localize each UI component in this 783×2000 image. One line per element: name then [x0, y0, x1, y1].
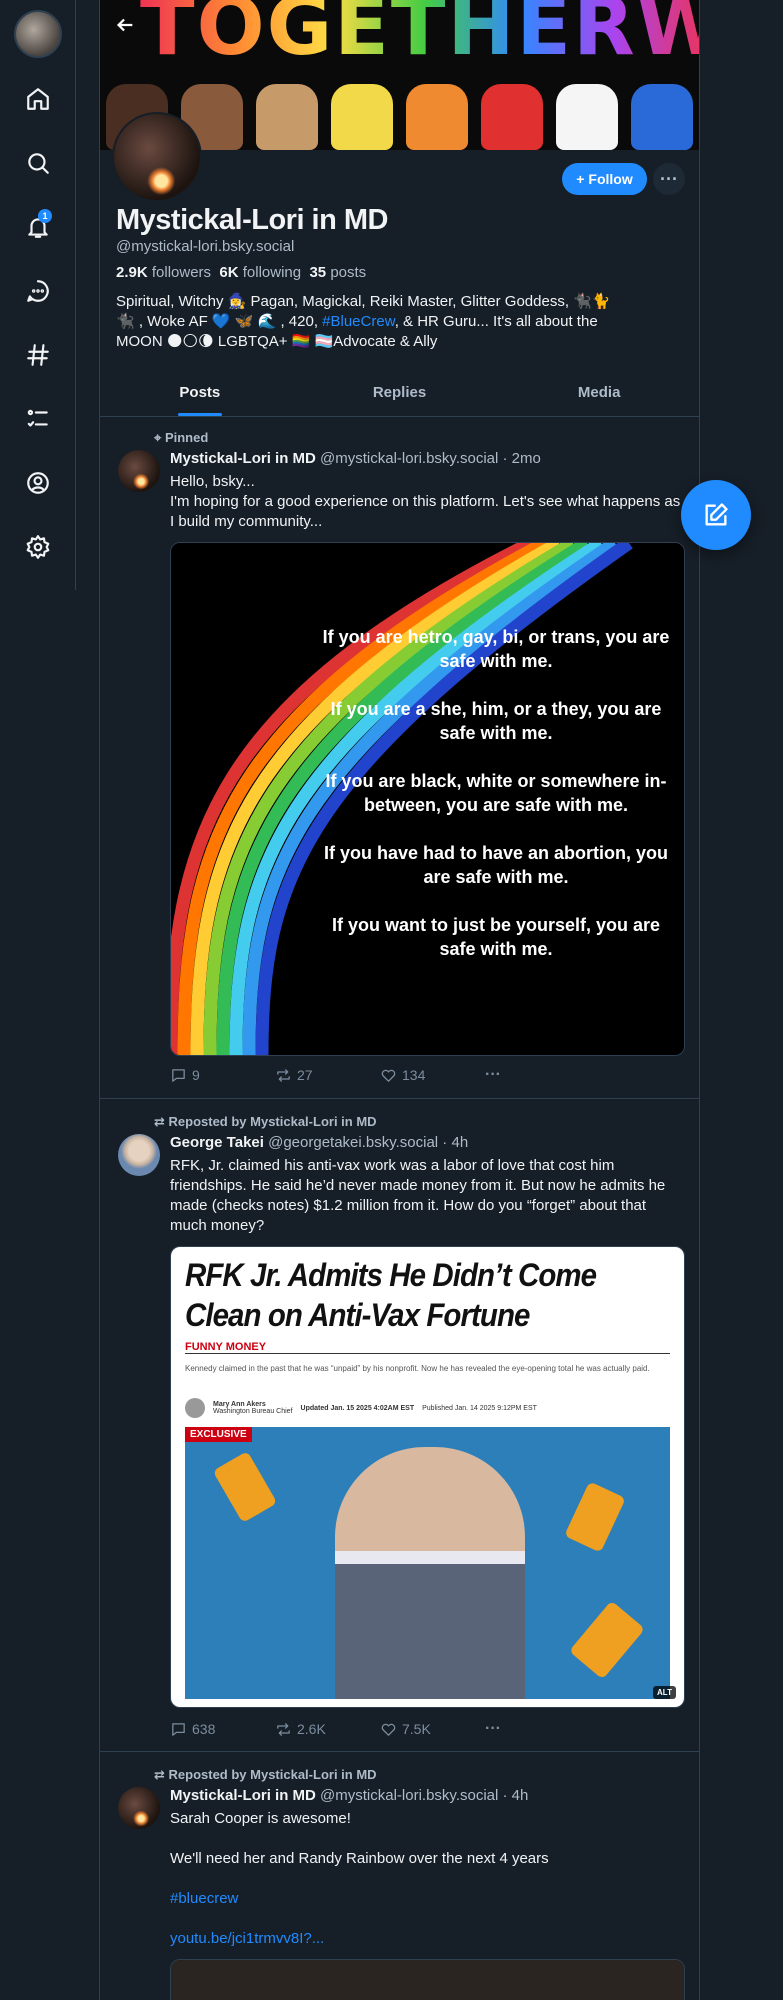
reply-icon — [172, 1068, 185, 1082]
pill-bottle-icon — [564, 1481, 626, 1553]
notification-badge: 1 — [38, 209, 52, 223]
post-header: Mystickal-Lori in MD @mystickal-lori.bsk… — [170, 450, 690, 467]
fist-icon — [480, 84, 543, 150]
exclusive-badge: EXCLUSIVE — [185, 1427, 252, 1442]
profile-stats: 2.9K followers 6K following 35 posts — [116, 264, 366, 281]
following-link[interactable]: 6K following — [219, 264, 301, 281]
author-avatar[interactable] — [118, 450, 160, 492]
compose-icon — [705, 503, 728, 526]
repost-icon — [277, 1722, 290, 1736]
link-card-thumbnail[interactable] — [170, 1959, 685, 2000]
follow-button[interactable]: + Follow — [562, 163, 647, 195]
post-image[interactable]: RFK Jr. Admits He Didn’t Come Clean on A… — [170, 1246, 685, 1708]
author-avatar[interactable] — [118, 1134, 160, 1176]
news-byline: Mary Ann Akers Washington Bureau Chief Up… — [185, 1397, 670, 1419]
fist-icon — [405, 84, 468, 150]
post-text: Sarah Cooper is awesome! We'll need her … — [170, 1809, 685, 1949]
profile-handle: @mystickal-lori.bsky.social — [116, 238, 295, 255]
post-item[interactable]: ⇄ Reposted by Mystickal-Lori in MD Georg… — [100, 1100, 699, 1752]
post-text: RFK, Jr. claimed his anti-vax work was a… — [170, 1157, 666, 1234]
settings-icon[interactable] — [18, 527, 58, 567]
lists-icon[interactable] — [18, 399, 58, 439]
tab-replies[interactable]: Replies — [300, 370, 500, 416]
reply-button[interactable]: 638 — [170, 1720, 275, 1738]
bio-hashtag-link[interactable]: #BlueCrew — [322, 313, 395, 330]
banner-image-text: TOGETHERWERISE — [140, 0, 699, 73]
author-handle[interactable]: @georgetakei.bsky.social · 4h — [268, 1134, 468, 1151]
post-actions: 9 27 134 ··· — [170, 1066, 590, 1084]
author-name[interactable]: George Takei — [170, 1134, 264, 1151]
profile-main-column: TOGETHERWERISE + Follow ··· Mystickal-Lo… — [99, 0, 700, 2000]
reply-button[interactable]: 9 — [170, 1066, 275, 1084]
profile-tabs: Posts Replies Media — [100, 370, 699, 417]
post-header: George Takei @georgetakei.bsky.social · … — [170, 1134, 690, 1151]
profile-bio: Spiritual, Witchy 🧙‍♀️ Pagan, Magickal, … — [116, 293, 611, 350]
alt-text-badge[interactable]: ALT — [653, 1686, 676, 1699]
repost-button[interactable]: 2.6K — [275, 1720, 380, 1738]
chat-icon[interactable] — [18, 271, 58, 311]
arrow-left-icon — [116, 18, 133, 32]
compose-button[interactable] — [681, 480, 751, 550]
author-handle[interactable]: @mystickal-lori.bsky.social · 4h — [320, 1787, 528, 1804]
post-actions: 638 2.6K 7.5K ··· — [170, 1720, 590, 1738]
like-button[interactable]: 7.5K — [380, 1720, 485, 1738]
heart-icon — [381, 1069, 396, 1082]
author-name[interactable]: Mystickal-Lori in MD — [170, 1787, 316, 1804]
more-options-button[interactable]: ··· — [653, 163, 685, 195]
profile-icon[interactable] — [18, 463, 58, 503]
plus-icon: + — [576, 171, 585, 187]
home-icon[interactable] — [18, 79, 58, 119]
current-user-avatar[interactable] — [14, 10, 62, 58]
fist-icon — [256, 84, 319, 150]
profile-display-name: Mystickal-Lori in MD — [116, 204, 389, 236]
news-author-avatar — [185, 1398, 205, 1418]
hashtag-icon[interactable] — [18, 335, 58, 375]
post-header: Mystickal-Lori in MD @mystickal-lori.bsk… — [170, 1787, 690, 1804]
post-item[interactable]: ⌖ Pinned Mystickal-Lori in MD @mystickal… — [100, 418, 699, 1099]
repost-label: ⇄ Reposted by Mystickal-Lori in MD — [154, 1767, 377, 1782]
post-item[interactable]: ⇄ Reposted by Mystickal-Lori in MD Mysti… — [100, 1753, 699, 2000]
repost-icon — [277, 1068, 290, 1082]
repost-label: ⇄ Reposted by Mystickal-Lori in MD — [154, 1114, 377, 1129]
post-more-button[interactable]: ··· — [485, 1720, 590, 1738]
news-photo: EXCLUSIVE — [185, 1427, 670, 1699]
fist-icon — [331, 84, 394, 150]
external-link[interactable]: youtu.be/jci1trmvv8I?... — [170, 1929, 685, 1949]
news-headline: RFK Jr. Admits He Didn’t Come Clean on A… — [185, 1257, 597, 1333]
author-avatar[interactable] — [118, 1787, 160, 1829]
person-figure — [335, 1447, 525, 1699]
post-more-button[interactable]: ··· — [485, 1066, 590, 1084]
tab-posts[interactable]: Posts — [100, 370, 300, 416]
search-icon[interactable] — [18, 143, 58, 183]
pinned-label: ⌖ Pinned — [154, 430, 209, 445]
repost-button[interactable]: 27 — [275, 1066, 380, 1084]
left-sidebar: 1 — [0, 0, 76, 590]
image-text: If you are hetro, gay, bi, or trans, you… — [322, 627, 670, 959]
news-section: FUNNY MONEY — [185, 1341, 670, 1354]
back-button[interactable] — [110, 10, 140, 40]
author-handle[interactable]: @mystickal-lori.bsky.social · 2mo — [320, 450, 541, 467]
reply-icon — [172, 1722, 185, 1736]
pill-bottle-icon — [568, 1600, 646, 1680]
tab-media[interactable]: Media — [499, 370, 699, 416]
fist-icon — [555, 84, 618, 150]
fist-icon — [630, 84, 693, 150]
post-image[interactable]: If you are hetro, gay, bi, or trans, you… — [170, 542, 685, 1056]
notifications-icon[interactable]: 1 — [18, 207, 58, 247]
posts-count: 35 posts — [309, 264, 367, 281]
news-dek: Kennedy claimed in the past that he was … — [185, 1364, 650, 1373]
profile-avatar[interactable] — [112, 112, 202, 202]
hashtag-link[interactable]: #bluecrew — [170, 1889, 685, 1909]
heart-icon — [381, 1723, 396, 1736]
followers-link[interactable]: 2.9K followers — [116, 264, 211, 281]
like-button[interactable]: 134 — [380, 1066, 485, 1084]
author-name[interactable]: Mystickal-Lori in MD — [170, 450, 316, 467]
post-text: Hello, bsky... I'm hoping for a good exp… — [170, 473, 681, 530]
pill-bottle-icon — [212, 1451, 278, 1523]
